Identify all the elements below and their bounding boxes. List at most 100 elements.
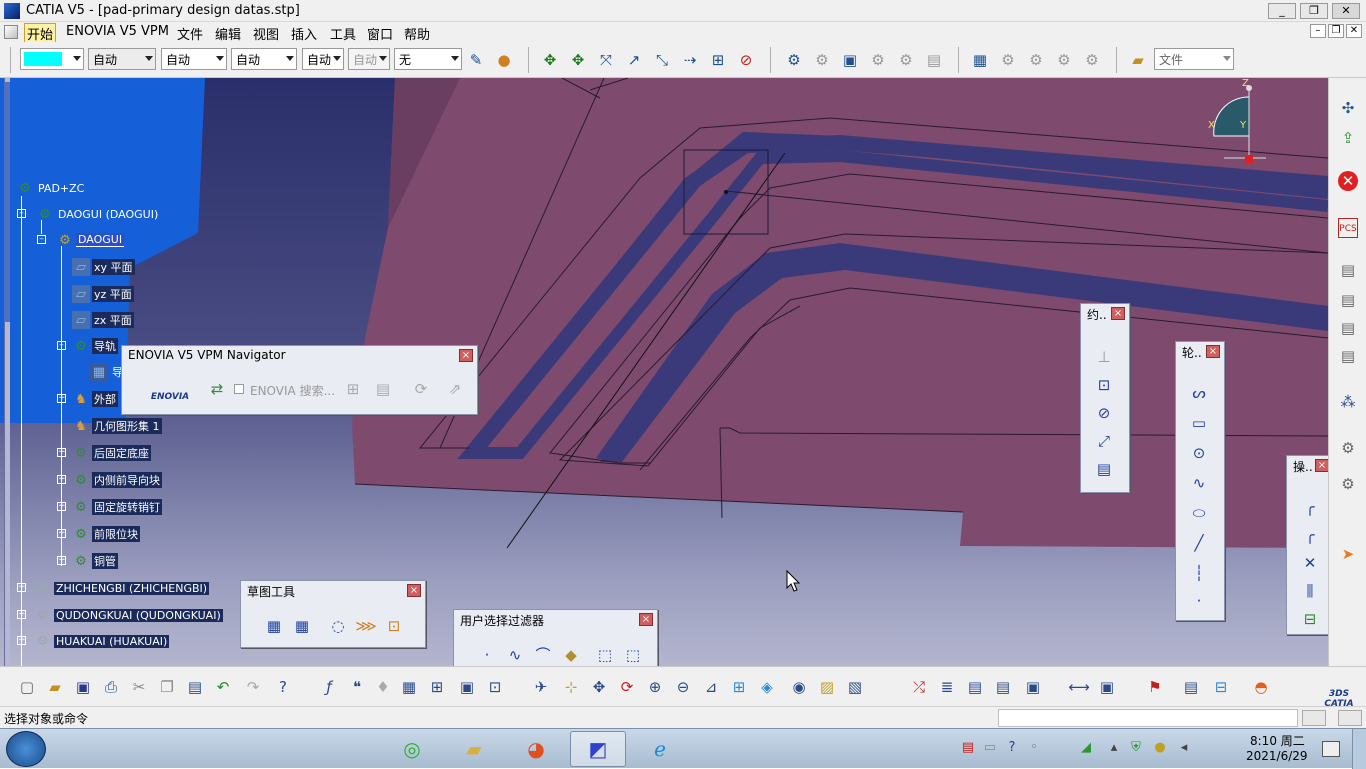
construction-element-icon[interactable]: ◌ [327, 615, 349, 637]
measure-inertia-icon[interactable]: ▤ [992, 676, 1014, 698]
start-button[interactable] [6, 731, 46, 767]
panel-close-button[interactable]: × [639, 613, 653, 626]
measure-between-icon[interactable]: ≣ [936, 676, 958, 698]
feature-filter-icon[interactable]: ⬚ [594, 644, 616, 666]
product-icon[interactable]: ⚙ [784, 50, 804, 70]
doc-restore-button[interactable]: ❐ [1328, 24, 1344, 38]
tool-icon[interactable]: ▤ [1338, 290, 1358, 310]
fit-all-icon[interactable]: ⊹ [560, 676, 582, 698]
contact-constraint-icon[interactable]: ⊘ [1093, 402, 1115, 424]
panel-close-button[interactable]: × [1315, 459, 1328, 472]
component-icon[interactable]: ⚙ [812, 50, 832, 70]
panel-close-button[interactable]: × [407, 584, 421, 597]
menu-window[interactable]: 窗口 [367, 24, 393, 43]
axis-icon[interactable]: ┆ [1188, 562, 1210, 584]
animate-constraint-icon[interactable]: ▤ [1093, 458, 1115, 480]
curve-filter-icon[interactable]: ∿ [504, 644, 526, 666]
chamfer-icon[interactable]: ╭ [1299, 524, 1321, 546]
taskbar-app-browser[interactable]: ◕ [508, 731, 564, 767]
tree-item-outer[interactable]: ♞ 外部 [72, 389, 118, 409]
paste-icon[interactable]: ▤ [184, 676, 206, 698]
table-icon[interactable]: ▦ [398, 676, 420, 698]
cylinder-icon[interactable]: ⊟ [1210, 676, 1232, 698]
expand-toggle[interactable]: + [57, 502, 66, 511]
tree-item-huakuai[interactable]: ⚙ HUAKUAI (HUAKUAI) [34, 631, 170, 651]
tree-item-zx-plane[interactable]: ▱ zx 平面 [72, 310, 134, 330]
layer-icon[interactable]: ▤ [1180, 676, 1202, 698]
graph-tree-icon[interactable]: ▤ [924, 50, 944, 70]
taskbar-app-catia[interactable]: ◩ [570, 731, 626, 767]
taskbar-app-explorer[interactable]: ▰ [446, 731, 502, 767]
tree-item-yz-plane[interactable]: ▱ yz 平面 [72, 284, 134, 304]
tree-item-rail-child[interactable]: ▦ 导 [90, 362, 125, 382]
status-button[interactable] [1302, 710, 1326, 726]
tree-item-fixed-pin[interactable]: ⚙ 固定旋转销钉 [72, 497, 162, 517]
sketch-exit-icon[interactable]: ✣ [1338, 98, 1358, 118]
measure-icon[interactable]: ⊞ [708, 50, 728, 70]
corner-icon[interactable]: ╭ [1299, 496, 1321, 518]
tree-item-copper-tube[interactable]: ⚙ 铜管 [72, 551, 118, 571]
snap-to-point-icon[interactable]: ▦ [291, 615, 313, 637]
status-button[interactable] [1338, 710, 1362, 726]
rectangle-icon[interactable]: ▭ [1188, 412, 1210, 434]
doc-minimize-button[interactable]: – [1310, 24, 1326, 38]
menu-tools[interactable]: 工具 [330, 24, 356, 43]
project-3d-icon[interactable]: ⊟ [1299, 608, 1321, 630]
tray-icon[interactable]: ▤ [960, 740, 976, 756]
open-icon[interactable]: ▰ [44, 676, 66, 698]
stop-manipulate-icon[interactable]: ⇢ [680, 50, 700, 70]
catalog-icon[interactable]: ⁂ [1338, 392, 1358, 412]
collapse-toggle[interactable]: – [57, 341, 66, 350]
tree-scroll-thumb[interactable] [4, 82, 10, 322]
enovia-link-icon[interactable]: ⇗ [444, 378, 466, 400]
mirror-icon[interactable]: ⫼ [1299, 580, 1321, 602]
pcs-icon[interactable]: PCS [1338, 218, 1358, 238]
tree-item-front-stop[interactable]: ⚙ 前限位块 [72, 524, 140, 544]
tree-item-daogui-part[interactable]: ⚙ DAOGUI [56, 230, 125, 250]
rotate-icon[interactable]: ⟳ [616, 676, 638, 698]
part-icon[interactable]: ▣ [840, 50, 860, 70]
document-icon[interactable] [4, 25, 18, 39]
tree-item-rear-base[interactable]: ⚙ 后固定底座 [72, 443, 151, 463]
tree-item-xy-plane[interactable]: ▱ xy 平面 [72, 257, 135, 277]
tool-icon[interactable]: ⚙ [1338, 474, 1358, 494]
scene-icon[interactable]: ▦ [970, 50, 990, 70]
keyboard-icon[interactable]: ▭ [982, 740, 998, 756]
collapse-toggle[interactable]: – [37, 235, 46, 244]
panel-close-button[interactable]: × [1206, 345, 1220, 358]
security-icon[interactable]: ⛨ [1128, 740, 1144, 756]
layer-combo[interactable]: 自动 [302, 48, 344, 70]
iso-view-icon[interactable]: ◈ [756, 676, 778, 698]
comment-icon[interactable]: ❝ [346, 676, 368, 698]
minimize-button[interactable]: _ [1268, 3, 1296, 19]
formula-icon[interactable]: ƒ [318, 676, 340, 698]
enovia-logo[interactable]: ENOVIA [144, 372, 196, 408]
menu-start[interactable]: 开始 [24, 23, 57, 44]
save-icon[interactable]: ▣ [72, 676, 94, 698]
constraint-icon[interactable]: ⊡ [1093, 374, 1115, 396]
expand-toggle[interactable]: + [57, 394, 66, 403]
open-folder-icon[interactable]: ▰ [1128, 50, 1148, 70]
enovia-connect-icon[interactable]: ⇄ [206, 378, 228, 400]
tray-app-icon[interactable]: ● [1152, 740, 1168, 756]
material-icon[interactable]: ● [494, 50, 514, 70]
tool-icon[interactable]: ▤ [1338, 260, 1358, 280]
zoom-in-icon[interactable]: ⊕ [644, 676, 666, 698]
tree-item-zhichengbi[interactable]: ⚙ ZHICHENGBI (ZHICHENGBI) [34, 578, 210, 598]
print-icon[interactable]: ⎙ [100, 676, 122, 698]
color-combo[interactable] [20, 48, 84, 70]
show-hidden-icon[interactable]: ▴ [1106, 740, 1122, 756]
trim-icon[interactable]: ✕ [1299, 552, 1321, 574]
linetype-combo[interactable]: 自动 [88, 48, 156, 70]
fix-constraint-icon[interactable]: ⤢ [1093, 430, 1115, 452]
new-icon[interactable]: ▢ [16, 676, 38, 698]
publication-icon[interactable]: ▣ [456, 676, 478, 698]
line-icon[interactable]: ╱ [1188, 532, 1210, 554]
tree-root[interactable]: ⚙ PAD+ZC [16, 178, 86, 198]
show-desktop-button[interactable] [1352, 729, 1366, 769]
grid-icon[interactable]: ▦ [263, 615, 285, 637]
measure-item-icon[interactable]: ▤ [964, 676, 986, 698]
pan-icon[interactable]: ✥ [588, 676, 610, 698]
spline-icon[interactable]: ∿ [1188, 472, 1210, 494]
menu-insert[interactable]: 插入 [291, 24, 317, 43]
